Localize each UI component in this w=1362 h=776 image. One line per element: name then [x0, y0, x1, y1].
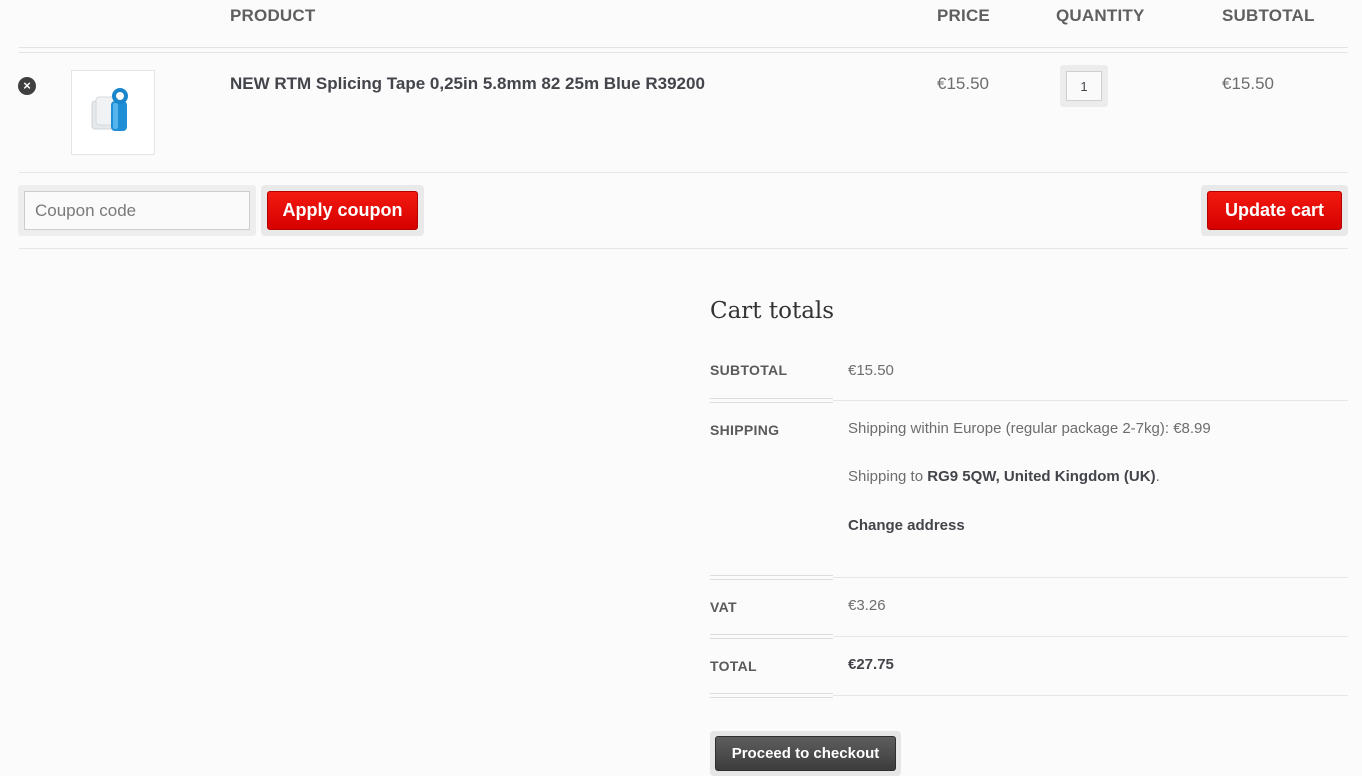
quantity-wrapper [1060, 65, 1108, 107]
header-divider [19, 47, 1348, 53]
actions-divider [19, 248, 1348, 249]
totals-value-divider [833, 577, 1348, 578]
item-price: €15.50 [937, 74, 989, 93]
product-name-link[interactable]: NEW RTM Splicing Tape 0,25in 5.8mm 82 25… [230, 74, 705, 94]
row-divider [19, 172, 1348, 173]
update-cart-wrapper: Update cart [1201, 185, 1348, 236]
column-header-price: PRICE [937, 6, 990, 25]
totals-label-divider [710, 634, 833, 639]
product-thumbnail[interactable] [71, 70, 155, 155]
total-label: TOTAL [710, 658, 757, 674]
blue-tape-reel-icon [91, 88, 128, 131]
coupon-field-wrapper [18, 185, 256, 236]
update-cart-button[interactable]: Update cart [1207, 191, 1342, 230]
subtotal-label: SUBTOTAL [710, 362, 788, 378]
total-value: €27.75 [848, 656, 894, 673]
vat-label: VAT [710, 599, 737, 615]
apply-coupon-wrapper: Apply coupon [261, 185, 424, 236]
totals-value-divider [833, 400, 1348, 401]
totals-label-divider [710, 398, 833, 403]
shipping-method: Shipping within Europe (regular package … [848, 420, 1211, 437]
change-address-link[interactable]: Change address [848, 517, 965, 534]
shipping-label: SHIPPING [710, 422, 780, 438]
totals-value-divider [833, 695, 1348, 696]
cart-totals-title: Cart totals [710, 298, 835, 324]
remove-item-icon[interactable]: × [18, 77, 36, 95]
subtotal-value: €15.50 [848, 362, 894, 379]
shipping-to-suffix: . [1155, 468, 1160, 485]
proceed-to-checkout-button[interactable]: Proceed to checkout [715, 736, 896, 771]
coupon-code-input[interactable] [24, 191, 250, 230]
vat-value: €3.26 [848, 597, 886, 614]
shipping-destination-line: Shipping to RG9 5QW, United Kingdom (UK)… [848, 468, 1160, 485]
column-header-subtotal: SUBTOTAL [1222, 6, 1315, 25]
quantity-input[interactable] [1066, 71, 1102, 101]
checkout-wrapper: Proceed to checkout [710, 731, 901, 776]
shipping-to-prefix: Shipping to [848, 468, 928, 485]
totals-value-divider [833, 636, 1348, 637]
totals-label-divider [710, 575, 833, 580]
column-header-product: PRODUCT [230, 6, 316, 25]
column-header-quantity: QUANTITY [1056, 6, 1145, 25]
shipping-destination: RG9 5QW, United Kingdom (UK) [927, 468, 1156, 485]
apply-coupon-button[interactable]: Apply coupon [267, 191, 418, 230]
item-subtotal: €15.50 [1222, 74, 1274, 93]
totals-label-divider [710, 693, 833, 698]
